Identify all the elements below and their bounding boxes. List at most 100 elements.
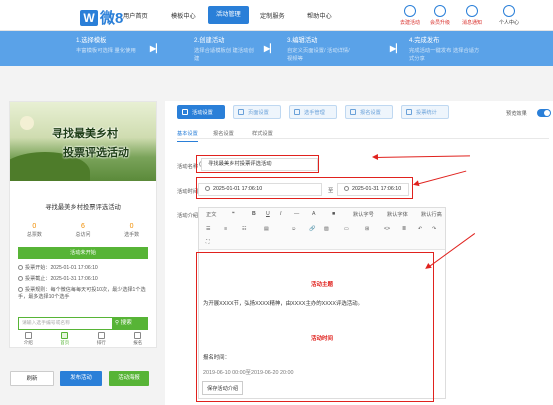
stat-label: 总访问 (75, 232, 91, 238)
stats-icon (406, 109, 412, 115)
ordered-list-icon[interactable]: ≡ (224, 226, 227, 232)
phone-tab-label: 首页 (60, 340, 70, 345)
list-icon[interactable]: ☰ (206, 226, 211, 232)
tab-label: 选手管理 (304, 110, 325, 116)
logo-text: 微8 (100, 10, 124, 27)
settings-icon (182, 109, 188, 115)
step-arrow-icon: ▶▏ (150, 44, 163, 53)
stat-total-votes: 0 总票数 (27, 223, 42, 238)
step-3: 3.编辑活动 自定义页面设置/ 活动详情/视频等 (287, 35, 351, 63)
step-1: 1.选择模板 丰富模板可选择 量化使用 (76, 35, 146, 55)
preview-toggle[interactable] (537, 109, 551, 117)
steps-bar: 1.选择模板 丰富模板可选择 量化使用 ▶▏ 2.创建活动 选择合适模板创 建活… (0, 31, 553, 66)
italic-icon[interactable]: I (280, 211, 281, 217)
activity-poster-button[interactable]: 活动海报 (109, 371, 149, 386)
tab-vote-stats[interactable]: 投票统计 (401, 105, 449, 119)
step-title: 2.创建活动 (194, 37, 225, 44)
subtab-style[interactable]: 样式设置 (252, 130, 273, 137)
tab-label: 页面设置 (248, 110, 269, 116)
tab-page-settings[interactable]: 页面设置 (233, 105, 281, 119)
stat-contestants: 0 选手数 (124, 223, 139, 238)
step-4: 4.完成发布 完成活动一键发布 选择合适方式分享 (409, 35, 481, 63)
logo[interactable]: W 微8 (80, 7, 123, 28)
signup-icon (134, 332, 142, 339)
phone-tab-signup[interactable]: 报名 (133, 332, 142, 346)
bg-color-icon[interactable]: ■ (332, 211, 335, 217)
line-height-dropdown[interactable]: 默认行高 (421, 211, 442, 218)
rule-icon (18, 287, 23, 292)
annotation-box-time (196, 177, 413, 199)
font-family-dropdown[interactable]: 默认字体 (387, 211, 408, 218)
bold-icon[interactable]: B (252, 211, 256, 217)
create-icon (404, 5, 416, 17)
image-icon[interactable]: ▨ (324, 226, 329, 232)
subtab-basic[interactable]: 基本设置 (177, 130, 198, 142)
profile-button[interactable]: 个人中心 (489, 5, 529, 26)
tab-activity-settings[interactable]: 活动设置 (177, 105, 225, 119)
step-title: 3.编辑活动 (287, 37, 318, 44)
bell-icon (466, 5, 478, 17)
annotation-box-name (196, 155, 319, 173)
stat-value: 0 (129, 223, 134, 230)
home-icon (61, 332, 69, 339)
fullscreen-icon[interactable]: ⛶ (206, 239, 210, 246)
nav-templates[interactable]: 模板中心 (171, 11, 196, 20)
divider-icon[interactable]: ≣ (402, 226, 406, 232)
undo-icon[interactable]: ↶ (418, 226, 422, 232)
vote-start-info: 投票开始：2025-01-01 17:06:10 (18, 265, 150, 272)
intro-icon (24, 332, 32, 339)
phone-tab-home[interactable]: 首页 (60, 332, 69, 346)
nav-home[interactable]: 用户首页 (123, 11, 148, 20)
phone-tab-ranking[interactable]: 排行 (97, 332, 106, 346)
redo-icon[interactable]: ↷ (432, 226, 436, 232)
emoji-icon[interactable]: ☺ (291, 226, 296, 232)
stat-label: 总票数 (26, 232, 42, 238)
refresh-button[interactable]: 刷新 (10, 371, 54, 386)
logo-mark: W (80, 9, 98, 26)
step-desc: 完成活动一键发布 选择合适方式分享 (409, 48, 480, 62)
signup-icon (350, 109, 356, 115)
align-icon[interactable]: ☷ (242, 226, 247, 232)
editor-toolbar: 正文 ❝ B U I — A ■ 默认字号 默认字体 默认行高 ☰ ≡ ☷ ▤ … (199, 208, 445, 250)
vote-end-text: 投票截止：2025-01-31 17:06:10 (25, 276, 98, 282)
underline-icon[interactable]: U (266, 211, 270, 217)
strikethrough-icon[interactable]: — (294, 211, 299, 217)
stat-value: 0 (32, 223, 37, 230)
tab-signup-settings[interactable]: 报名设置 (345, 105, 393, 119)
quote-icon[interactable]: ❝ (232, 211, 235, 217)
top-bar: W 微8 用户首页 模板中心 活动管理 定制服务 帮助中心 去建活动 会员升级 … (0, 0, 553, 31)
activity-status-button[interactable]: 活动未开始 (18, 247, 148, 259)
video-icon[interactable]: ▭ (344, 226, 349, 232)
contestant-search-input[interactable]: 请输入选手编号或名称 (19, 318, 112, 329)
format-dropdown[interactable]: 正文 (206, 211, 216, 218)
font-size-dropdown[interactable]: 默认字号 (353, 211, 374, 218)
phone-tab-label: 介绍 (23, 340, 33, 345)
indent-icon[interactable]: ▤ (264, 226, 269, 232)
nav-custom-service[interactable]: 定制服务 (260, 11, 285, 20)
code-icon[interactable]: <> (384, 226, 390, 232)
ranking-icon (97, 332, 105, 339)
search-button[interactable]: ⚲ 搜索 (115, 317, 132, 330)
publish-activity-button[interactable]: 发布活动 (60, 371, 102, 386)
phone-tab-label: 排行 (96, 340, 106, 345)
tab-label: 活动设置 (192, 110, 213, 116)
nav-help[interactable]: 帮助中心 (307, 11, 332, 20)
tab-label: 投票统计 (416, 110, 437, 116)
stat-label: 选手数 (124, 232, 140, 238)
tab-contestant-manage[interactable]: 选手管理 (289, 105, 337, 119)
link-icon[interactable]: 🔗 (309, 226, 315, 232)
notifications-button[interactable]: 消息通知 (452, 5, 492, 26)
phone-search-bar: 请输入选手编号或名称 ⚲ 搜索 (18, 317, 148, 330)
table-icon[interactable]: ⊞ (365, 226, 369, 232)
step-desc: 丰富模板可选择 量化使用 (76, 48, 136, 54)
vote-start-text: 投票开始：2025-01-01 17:06:10 (25, 265, 98, 271)
phone-tab-intro[interactable]: 介绍 (24, 332, 33, 346)
phone-tab-label: 报名 (133, 340, 143, 345)
subtab-signup[interactable]: 报名设置 (213, 130, 234, 137)
vote-end-info: 投票截止：2025-01-31 17:06:10 (18, 276, 150, 283)
search-button-label: 搜索 (120, 320, 132, 326)
nav-activity-manage[interactable]: 活动管理 (208, 6, 249, 24)
tab-label: 报名设置 (360, 110, 381, 116)
font-color-icon[interactable]: A (312, 211, 315, 217)
step-title: 1.选择模板 (76, 37, 107, 44)
